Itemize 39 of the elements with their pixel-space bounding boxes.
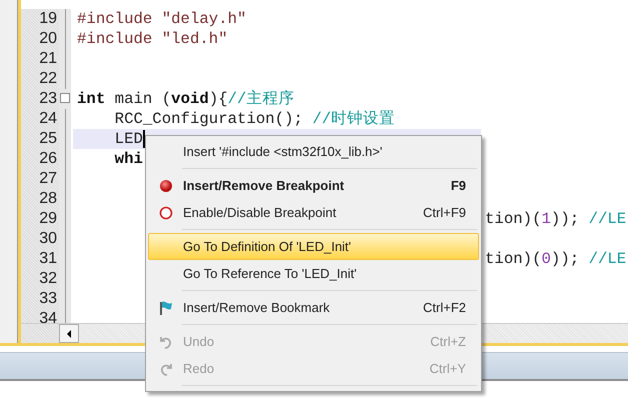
line-number: 20 xyxy=(21,29,59,49)
code-line: RCC_Configuration(); //时钟设置 xyxy=(114,109,396,129)
menu-item[interactable]: Insert/Remove Bookmark Ctrl+F2 xyxy=(148,294,479,321)
code-line: LED xyxy=(114,129,145,149)
line-number: 27 xyxy=(21,169,59,189)
line-number: 29 xyxy=(21,209,59,229)
line-number: 23 xyxy=(21,89,59,109)
line-number: 21 xyxy=(21,49,59,69)
code-line: #include "delay.h" xyxy=(77,9,246,29)
menu-item[interactable]: Insert '#include <stm32f10x_lib.h>' xyxy=(148,138,479,165)
undo-icon xyxy=(159,334,173,348)
breakpoint-outline-icon xyxy=(159,206,173,220)
menu-item[interactable]: Go To Reference To 'LED_Init' xyxy=(148,260,479,287)
line-number: 22 xyxy=(21,69,59,89)
line-number: 33 xyxy=(21,289,59,309)
scroll-left-button[interactable] xyxy=(59,324,79,343)
left-arrow-icon xyxy=(66,330,72,338)
menu-item[interactable]: Go To Definition Of 'LED_Init' xyxy=(148,233,479,260)
menu-item[interactable]: Insert/Remove Breakpoint F9 xyxy=(148,172,479,199)
breakpoint-icon xyxy=(159,178,173,192)
redo-icon xyxy=(159,362,173,376)
code-line: int main (void){//主程序 xyxy=(77,89,294,109)
line-number: 25 xyxy=(21,129,59,149)
line-number: 24 xyxy=(21,109,59,129)
line-number: 28 xyxy=(21,189,59,209)
gutter-strip xyxy=(21,324,59,343)
menu-item[interactable]: Enable/Disable Breakpoint Ctrl+F9 xyxy=(148,199,479,226)
code-line: tion)(0)); //LE xyxy=(485,249,626,269)
line-number: 19 xyxy=(21,9,59,29)
fold-icon[interactable] xyxy=(60,93,70,103)
line-number: 34 xyxy=(21,309,59,323)
code-line: whi xyxy=(114,149,143,169)
line-number: 32 xyxy=(21,269,59,289)
line-number: 31 xyxy=(21,249,59,269)
flag-icon xyxy=(158,300,174,316)
code-line: tion)(1)); //LE xyxy=(485,209,626,229)
line-number: 26 xyxy=(21,149,59,169)
line-number: 30 xyxy=(21,229,59,249)
code-line: #include "led.h" xyxy=(77,29,228,49)
